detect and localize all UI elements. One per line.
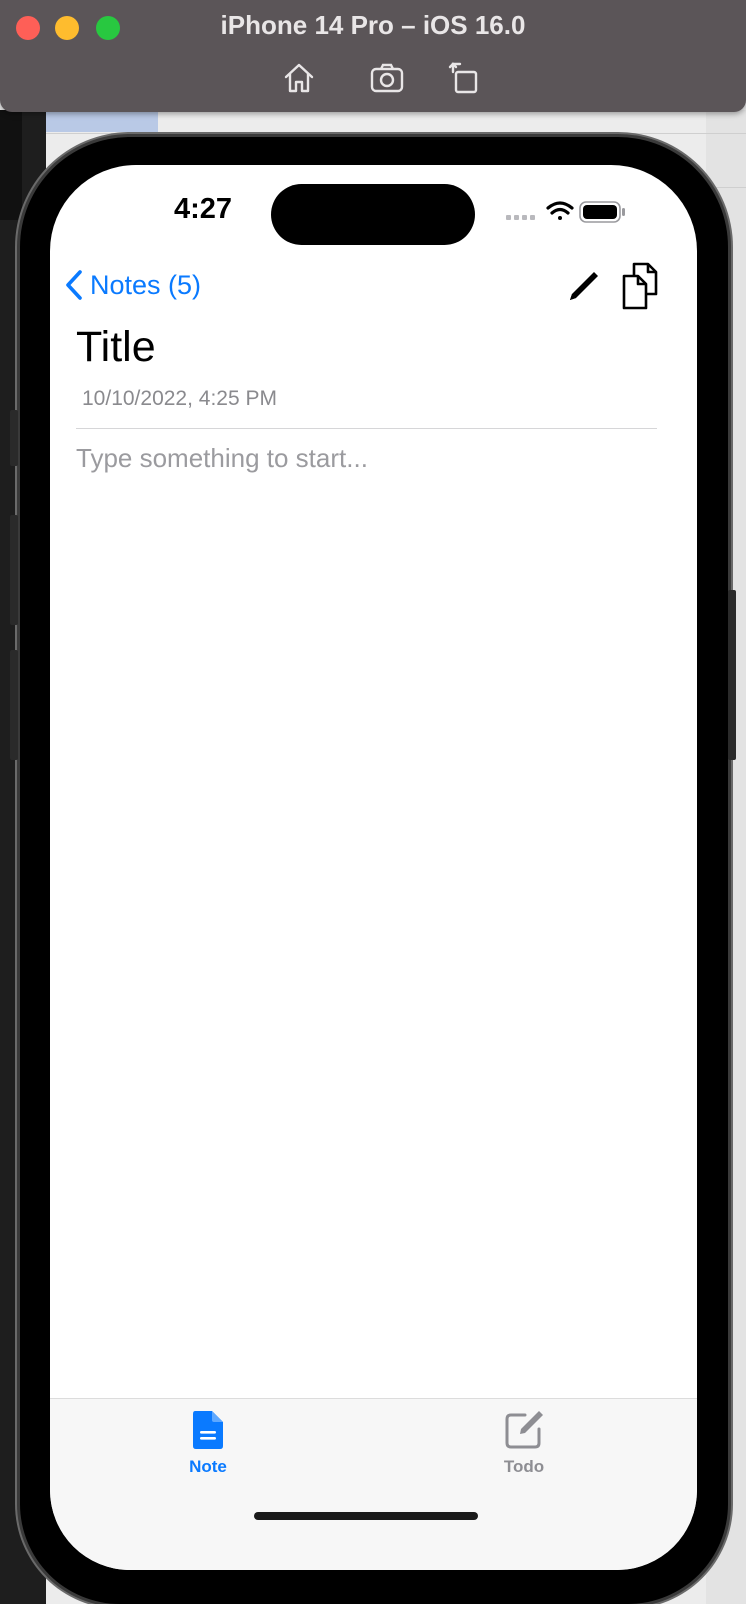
wifi-icon (546, 201, 574, 220)
dynamic-island (271, 184, 475, 245)
compose-icon (505, 1411, 543, 1449)
background-selection (46, 110, 158, 132)
phone-screen: 4:27 Notes (5) Title 10/10/2022, 4:25 PM… (50, 165, 697, 1570)
mute-switch (10, 410, 18, 466)
screenshot-icon[interactable] (369, 60, 405, 96)
copy-icon[interactable] (620, 262, 664, 310)
tab-note[interactable]: Note (148, 1409, 268, 1477)
home-indicator[interactable] (254, 1512, 478, 1520)
background-strip (0, 110, 22, 220)
cellular-icon (506, 215, 535, 220)
battery-icon (579, 201, 625, 223)
simulator-title: iPhone 14 Pro – iOS 16.0 (220, 10, 526, 40)
status-icons (506, 201, 625, 223)
tab-bar: Note Todo (50, 1398, 697, 1570)
power-button (728, 590, 736, 760)
volume-down-button (10, 650, 18, 760)
note-title[interactable]: Title (76, 323, 156, 372)
volume-up-button (10, 515, 18, 625)
tab-todo-label: Todo (503, 1457, 545, 1476)
tab-note-label: Note (189, 1457, 227, 1476)
status-time: 4:27 (173, 193, 233, 225)
back-button-label: Notes (5) (90, 269, 202, 300)
rotate-icon[interactable] (448, 60, 484, 96)
simulator-titlebar: iPhone 14 Pro – iOS 16.0 (0, 0, 746, 112)
note-body-input[interactable] (76, 443, 657, 1343)
document-icon (193, 1411, 223, 1449)
tab-todo[interactable]: Todo (464, 1409, 584, 1477)
chevron-left-icon (66, 270, 82, 300)
back-button[interactable]: Notes (5) (64, 265, 201, 305)
pencil-icon[interactable] (564, 268, 602, 306)
background-divider (46, 133, 746, 134)
title-divider (76, 428, 657, 429)
home-icon[interactable] (281, 60, 317, 96)
note-date: 10/10/2022, 4:25 PM (82, 387, 277, 410)
